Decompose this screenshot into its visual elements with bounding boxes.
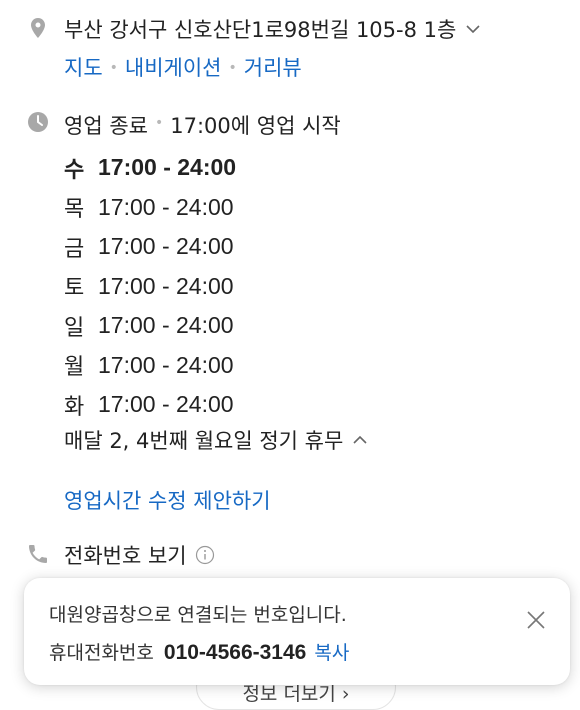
phone-icon	[29, 545, 47, 563]
map-link[interactable]: 지도	[64, 56, 103, 80]
phone-view-row[interactable]: 전화번호 보기	[64, 540, 215, 570]
address-text: 부산 강서구 신호산단1로98번길 105-8 1층	[64, 18, 457, 42]
hours-time: 17:00 - 24:00	[98, 193, 234, 220]
street-view-link[interactable]: 거리뷰	[244, 56, 302, 80]
hours-row: 월 17:00 - 24:00	[64, 346, 236, 386]
next-open-time: 17:00에 영업 시작	[170, 114, 341, 138]
toast-phone-label: 휴대전화번호	[49, 642, 154, 664]
business-status: 영업 종료	[64, 114, 148, 138]
regular-holiday-text: 매달 2, 4번째 월요일 정기 휴무	[64, 429, 344, 453]
hours-day: 토	[64, 276, 85, 302]
chevron-down-icon[interactable]	[464, 20, 482, 38]
hours-day: 월	[64, 355, 85, 381]
hours-time: 17:00 - 24:00	[98, 272, 234, 299]
close-icon[interactable]	[524, 608, 548, 632]
hours-row: 금 17:00 - 24:00	[64, 227, 236, 267]
separator-dot: •	[109, 60, 118, 76]
hours-day: 금	[64, 236, 85, 262]
hours-day: 화	[64, 394, 85, 420]
hours-day: 수	[64, 157, 85, 183]
hours-row: 일 17:00 - 24:00	[64, 306, 236, 346]
separator-dot: •	[154, 115, 164, 131]
business-status-row[interactable]: 영업 종료 • 17:00에 영업 시작	[64, 110, 341, 140]
location-pin-icon	[31, 18, 45, 38]
suggest-hours-edit-link[interactable]: 영업시간 수정 제안하기	[64, 485, 271, 515]
phone-number-toast: 대원양곱창으로 연결되는 번호입니다. 휴대전화번호 010-4566-3146…	[24, 578, 570, 685]
hours-row: 화 17:00 - 24:00	[64, 385, 236, 425]
clock-icon	[28, 112, 48, 132]
hours-time: 17:00 - 24:00	[98, 154, 237, 181]
hours-time: 17:00 - 24:00	[98, 233, 234, 260]
hours-row: 토 17:00 - 24:00	[64, 267, 236, 307]
address-row[interactable]: 부산 강서구 신호산단1로98번길 105-8 1층	[64, 14, 482, 44]
toast-phone-number[interactable]: 010-4566-3146	[164, 641, 306, 665]
phone-view-label: 전화번호 보기	[64, 544, 187, 568]
hours-time: 17:00 - 24:00	[98, 312, 234, 339]
toast-phone-row: 휴대전화번호 010-4566-3146 복사	[49, 638, 349, 665]
hours-day: 일	[64, 315, 85, 341]
place-info-panel: 부산 강서구 신호산단1로98번길 105-8 1층 지도 • 내비게이션 • 거리뷰 …	[0, 0, 580, 710]
hours-row-today: 수 17:00 - 24:00	[64, 148, 236, 188]
hours-list: 수 17:00 - 24:00 목 17:00 - 24:00 금 17:00 …	[64, 148, 236, 425]
toast-message: 대원양곱창으로 연결되는 번호입니다.	[49, 604, 347, 626]
address-links: 지도 • 내비게이션 • 거리뷰	[64, 52, 302, 82]
chevron-up-icon[interactable]	[351, 431, 369, 449]
navigation-link[interactable]: 내비게이션	[125, 56, 222, 80]
hours-time: 17:00 - 24:00	[98, 391, 234, 418]
info-icon[interactable]	[195, 545, 215, 565]
hours-row: 목 17:00 - 24:00	[64, 188, 236, 228]
hours-time: 17:00 - 24:00	[98, 351, 234, 378]
copy-button[interactable]: 복사	[314, 638, 349, 665]
separator-dot: •	[228, 60, 237, 76]
hours-day: 목	[64, 197, 85, 223]
regular-holiday-row[interactable]: 매달 2, 4번째 월요일 정기 휴무	[64, 425, 369, 455]
